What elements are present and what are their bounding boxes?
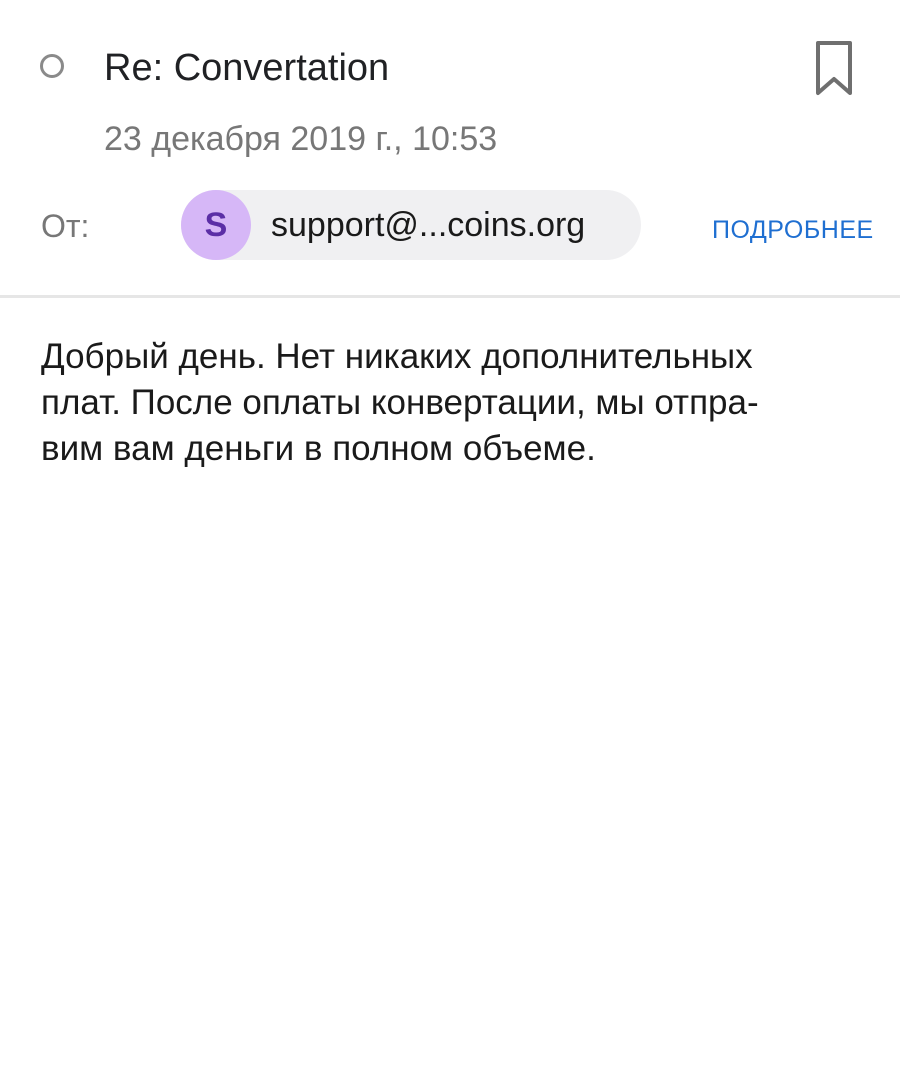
details-link[interactable]: ПОДРОБНЕЕ <box>712 214 874 246</box>
unread-circle-icon[interactable] <box>40 54 64 78</box>
email-date: 23 декабря 2019 г., 10:53 <box>104 120 498 158</box>
email-body: Добрый день. Нет никаких дополнительных … <box>41 334 851 472</box>
email-subject: Re: Convertation <box>104 47 390 89</box>
avatar: S <box>181 190 251 260</box>
bookmark-icon[interactable] <box>808 38 860 98</box>
sender-email: support@...coins.org <box>271 206 586 244</box>
from-label: От: <box>41 208 90 244</box>
body-line: плат. После оплаты конвертации, мы отпра… <box>41 383 759 422</box>
body-line: Добрый день. Нет никаких дополнительных <box>41 337 753 376</box>
email-view: Re: Convertation 23 декабря 2019 г., 10:… <box>0 0 900 1080</box>
email-header: Re: Convertation <box>0 38 900 102</box>
sender-chip[interactable]: S support@...coins.org <box>181 190 641 260</box>
header-divider <box>0 295 900 298</box>
body-line: вим вам деньги в полном объеме. <box>41 429 596 468</box>
